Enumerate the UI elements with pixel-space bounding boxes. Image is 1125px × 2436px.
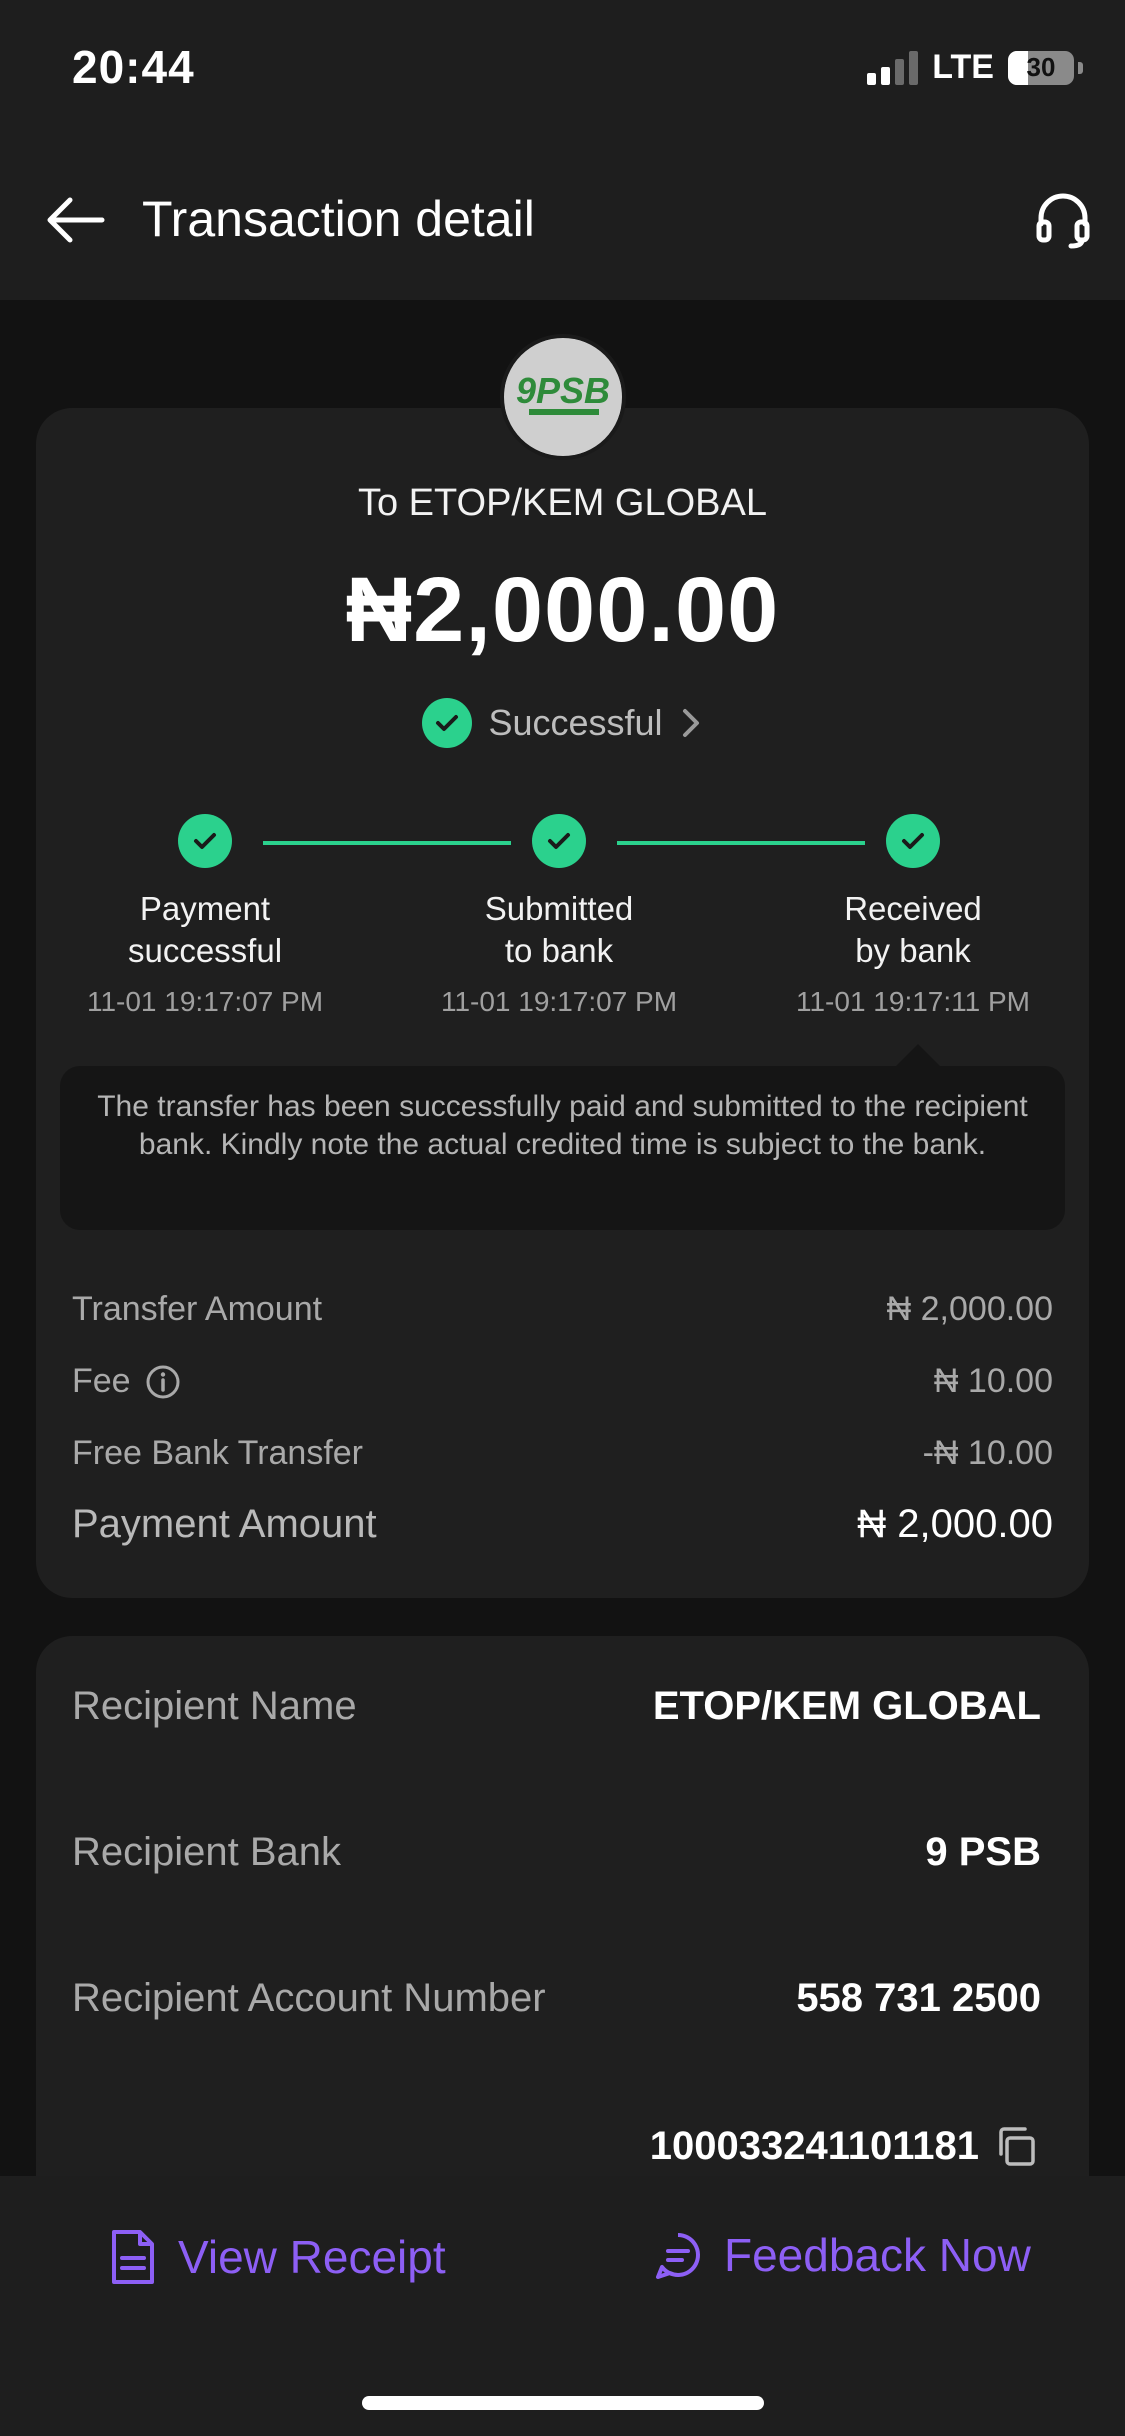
recipient-name-row: Recipient Name ETOP/KEM GLOBAL <box>72 1684 1041 1729</box>
payment-amount-label: Payment Amount <box>72 1502 377 1546</box>
feedback-button[interactable]: Feedback Now <box>652 2228 1031 2282</box>
copy-icon[interactable] <box>993 2122 1041 2170</box>
headset-icon <box>1036 193 1090 249</box>
battery-icon: 30 <box>1008 50 1074 85</box>
check-circle-icon <box>422 698 473 748</box>
status-bar: 20:44 LTE 30 <box>0 0 1125 140</box>
free-transfer-label: Free Bank Transfer <box>72 1434 364 1472</box>
customer-support-button[interactable] <box>1027 184 1099 256</box>
note-pointer <box>896 1044 940 1066</box>
recipient-name-value: ETOP/KEM GLOBAL <box>652 1684 1041 1728</box>
recipient-bank-value: 9 PSB <box>925 1830 1041 1874</box>
timeline-label: Received by bank <box>844 890 982 969</box>
info-icon[interactable] <box>145 1364 181 1400</box>
timeline-time: 11-01 19:17:07 PM <box>440 986 678 1017</box>
free-transfer-row: Free Bank Transfer -₦ 10.00 <box>72 1434 1053 1473</box>
page-title: Transaction detail <box>142 191 535 247</box>
fee-row: Fee ₦ 10.00 <box>72 1362 1053 1401</box>
recipient-title: To ETOP/KEM GLOBAL <box>357 482 767 524</box>
status-label: Successful <box>488 702 663 743</box>
recipient-name-label: Recipient Name <box>72 1684 357 1728</box>
transaction-amount: ₦2,000.00 <box>345 559 780 661</box>
document-icon <box>112 2230 154 2284</box>
transfer-amount-label: Transfer Amount <box>72 1290 323 1328</box>
9psb-logo-icon: 9PSB <box>505 339 621 455</box>
timeline-time: 11-01 19:17:07 PM <box>86 986 324 1017</box>
check-circle-icon <box>178 814 232 868</box>
bottom-action-bar: View Receipt Feedback Now <box>0 2176 1125 2436</box>
chat-bubble-icon <box>656 2233 700 2279</box>
timeline-step-payment: Payment successful 11-01 19:17:07 PM <box>65 814 345 1018</box>
check-circle-icon <box>532 814 586 868</box>
fee-value: ₦ 10.00 <box>933 1362 1053 1400</box>
recipient-bank-label: Recipient Bank <box>72 1830 342 1874</box>
transfer-note: The transfer has been successfully paid … <box>60 1066 1065 1230</box>
home-indicator <box>362 2396 764 2410</box>
status-time: 20:44 <box>72 41 195 93</box>
recipient-bank-row: Recipient Bank 9 PSB <box>72 1830 1041 1875</box>
signal-icon <box>867 50 919 85</box>
arrow-left-icon <box>47 197 105 243</box>
chevron-right-icon <box>682 709 699 737</box>
recipient-account-label: Recipient Account Number <box>72 1976 546 2020</box>
timeline-label: Submitted to bank <box>484 890 634 969</box>
check-circle-icon <box>886 814 940 868</box>
recipient-account-row: Recipient Account Number 558 731 2500 <box>72 1976 1041 2021</box>
transfer-amount-value: ₦ 2,000.00 <box>886 1290 1053 1328</box>
payment-amount-value: ₦ 2,000.00 <box>857 1502 1053 1546</box>
back-button[interactable] <box>40 184 112 256</box>
timeline-step-received: Received by bank 11-01 19:17:11 PM <box>773 814 1053 1018</box>
transaction-number-value: 100033241101181 <box>649 2123 979 2168</box>
fee-label: Fee <box>72 1362 131 1400</box>
recipient-account-value: 558 731 2500 <box>796 1976 1041 2020</box>
feedback-label: Feedback Now <box>724 2229 1031 2281</box>
status-indicators: LTE 30 <box>867 48 1083 87</box>
free-transfer-value: -₦ 10.00 <box>922 1434 1053 1472</box>
app-header: Transaction detail <box>0 140 1125 300</box>
timeline-time: 11-01 19:17:11 PM <box>795 986 1030 1017</box>
payment-amount-row: Payment Amount ₦ 2,000.00 <box>72 1502 1053 1547</box>
logo-text: 9PSB <box>516 370 610 411</box>
timeline-step-submitted: Submitted to bank 11-01 19:17:07 PM <box>419 814 699 1018</box>
transaction-number-row: 100033241101181 <box>72 2122 1041 2170</box>
view-receipt-label: View Receipt <box>178 2231 446 2283</box>
network-type: LTE <box>932 48 994 86</box>
transaction-summary-card: To ETOP/KEM GLOBAL ₦2,000.00 Successful … <box>36 408 1089 1598</box>
transfer-timeline: Payment successful 11-01 19:17:07 PM Sub… <box>36 814 1089 1034</box>
transfer-amount-row: Transfer Amount ₦ 2,000.00 <box>72 1290 1053 1329</box>
timeline-label: Payment successful <box>127 890 283 969</box>
transaction-status[interactable]: Successful <box>36 698 1089 748</box>
view-receipt-button[interactable]: View Receipt <box>108 2228 446 2286</box>
battery-level: 30 <box>1026 52 1056 82</box>
bank-logo: 9PSB <box>500 334 626 460</box>
